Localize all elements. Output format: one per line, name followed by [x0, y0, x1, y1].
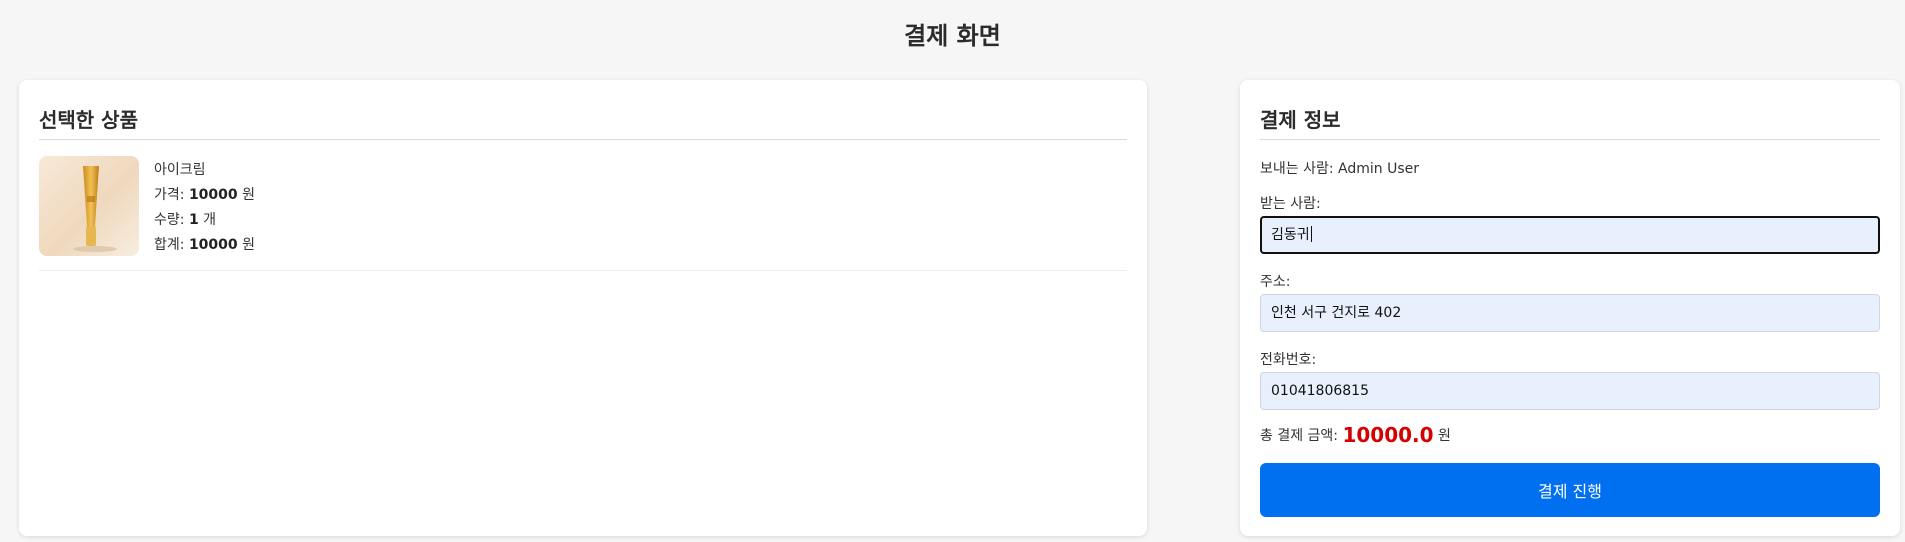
recipient-input[interactable]: 김동귀 [1260, 216, 1880, 254]
phone-input[interactable]: 01041806815 [1260, 372, 1880, 410]
product-subtotal: 합계: 10000 원 [154, 237, 255, 253]
divider [1260, 139, 1880, 140]
product-image [39, 156, 139, 256]
product-info: 아이크림 가격: 10000 원 수량: 1 개 합계: 10000 원 [154, 158, 255, 258]
total-amount-value: 10000.0 [1342, 423, 1434, 447]
total-amount: 총 결제 금액: 10000.0 원 [1260, 423, 1451, 447]
divider [39, 270, 1127, 271]
divider [39, 139, 1127, 140]
product-quantity: 수량: 1 개 [154, 212, 217, 228]
page-title: 결제 화면 [904, 22, 1001, 50]
recipient-label: 받는 사람: [1260, 196, 1321, 212]
product-price: 가격: 10000 원 [154, 187, 255, 203]
selected-products-card: 선택한 상품 아이크림 가격: 10000 원 수량: 1 개 합계: 1000… [19, 80, 1147, 536]
address-input[interactable]: 인천 서구 건지로 402 [1260, 294, 1880, 332]
phone-label: 전화번호: [1260, 352, 1317, 368]
product-name: 아이크림 [154, 162, 206, 178]
sender-text: 보내는 사람: Admin User [1260, 161, 1419, 177]
payment-info-card: 결제 정보 보내는 사람: Admin User 받는 사람: 김동귀 주소: … [1240, 80, 1900, 536]
selected-products-heading: 선택한 상품 [39, 108, 138, 132]
address-label: 주소: [1260, 274, 1291, 290]
pay-button[interactable]: 결제 진행 [1260, 463, 1880, 517]
payment-info-heading: 결제 정보 [1260, 108, 1341, 132]
